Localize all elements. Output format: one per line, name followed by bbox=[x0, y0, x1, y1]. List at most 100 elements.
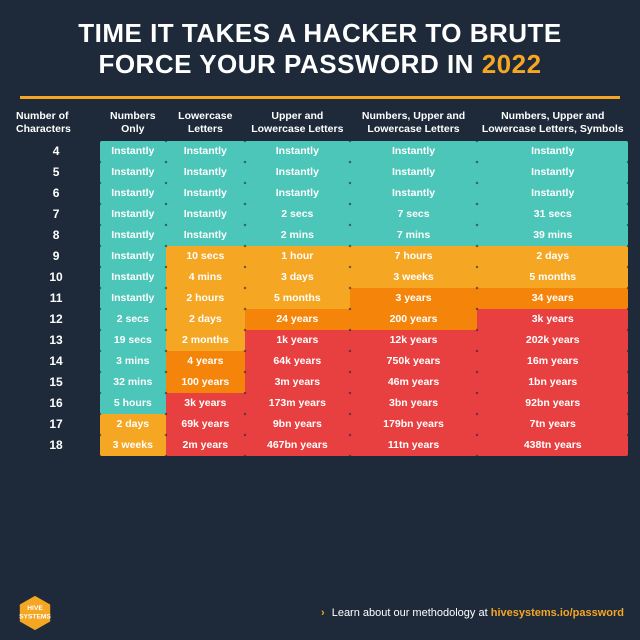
cell-chars: 4 bbox=[12, 141, 100, 162]
cell-value: 2 secs bbox=[245, 204, 350, 225]
cell-value: Instantly bbox=[350, 162, 478, 183]
cell-chars: 12 bbox=[12, 309, 100, 330]
cell-value: Instantly bbox=[100, 204, 165, 225]
col-header-num-upper-lower-sym: Numbers, Upper and Lowercase Letters, Sy… bbox=[477, 105, 628, 140]
cell-value: 2 secs bbox=[100, 309, 165, 330]
table-row: 1319 secs2 months1k years12k years202k y… bbox=[12, 330, 628, 351]
cell-value: 3k years bbox=[477, 309, 628, 330]
cell-value: 2m years bbox=[166, 435, 246, 456]
cell-value: 1 hour bbox=[245, 246, 350, 267]
cell-value: 2 hours bbox=[166, 288, 246, 309]
cell-chars: 8 bbox=[12, 225, 100, 246]
cell-value: 46m years bbox=[350, 372, 478, 393]
footer-learn-text: › Learn about our methodology at hivesys… bbox=[321, 607, 624, 619]
table-row: 172 days69k years9bn years179bn years7tn… bbox=[12, 414, 628, 435]
cell-value: 34 years bbox=[477, 288, 628, 309]
cell-chars: 5 bbox=[12, 162, 100, 183]
cell-value: 173m years bbox=[245, 393, 350, 414]
cell-value: 3 mins bbox=[100, 351, 165, 372]
table-header-row: Number of Characters Numbers Only Lowerc… bbox=[12, 105, 628, 140]
table-row: 11Instantly2 hours5 months3 years34 year… bbox=[12, 288, 628, 309]
cell-value: 11tn years bbox=[350, 435, 478, 456]
cell-value: 3k years bbox=[166, 393, 246, 414]
cell-value: 5 months bbox=[477, 267, 628, 288]
table-row: 7InstantlyInstantly2 secs7 secs31 secs bbox=[12, 204, 628, 225]
cell-chars: 15 bbox=[12, 372, 100, 393]
cell-value: 3 days bbox=[245, 267, 350, 288]
cell-value: Instantly bbox=[245, 183, 350, 204]
col-header-upper-lower: Upper and Lowercase Letters bbox=[245, 105, 350, 140]
cell-value: Instantly bbox=[245, 141, 350, 162]
cell-value: 3bn years bbox=[350, 393, 478, 414]
cell-value: Instantly bbox=[477, 162, 628, 183]
table-row: 8InstantlyInstantly2 mins7 mins39 mins bbox=[12, 225, 628, 246]
cell-value: 31 secs bbox=[477, 204, 628, 225]
footer-logo: HIVE SYSTEMS bbox=[16, 594, 54, 632]
cell-value: 1k years bbox=[245, 330, 350, 351]
cell-value: Instantly bbox=[350, 183, 478, 204]
cell-value: 2 days bbox=[477, 246, 628, 267]
table-row: 143 mins4 years64k years750k years16m ye… bbox=[12, 351, 628, 372]
cell-value: 467bn years bbox=[245, 435, 350, 456]
cell-value: 4 years bbox=[166, 351, 246, 372]
cell-value: Instantly bbox=[350, 141, 478, 162]
cell-value: Instantly bbox=[166, 162, 246, 183]
cell-value: 12k years bbox=[350, 330, 478, 351]
cell-chars: 7 bbox=[12, 204, 100, 225]
cell-value: Instantly bbox=[100, 267, 165, 288]
cell-value: 39 mins bbox=[477, 225, 628, 246]
cell-value: 7 mins bbox=[350, 225, 478, 246]
cell-value: 5 months bbox=[245, 288, 350, 309]
table-row: 4InstantlyInstantlyInstantlyInstantlyIns… bbox=[12, 141, 628, 162]
cell-value: 3 years bbox=[350, 288, 478, 309]
cell-value: 200 years bbox=[350, 309, 478, 330]
cell-value: 438tn years bbox=[477, 435, 628, 456]
cell-value: 100 years bbox=[166, 372, 246, 393]
cell-value: 5 hours bbox=[100, 393, 165, 414]
cell-value: 10 secs bbox=[166, 246, 246, 267]
cell-value: 69k years bbox=[166, 414, 246, 435]
cell-value: 750k years bbox=[350, 351, 478, 372]
cell-value: 2 days bbox=[166, 309, 246, 330]
cell-value: Instantly bbox=[477, 183, 628, 204]
cell-value: 179bn years bbox=[350, 414, 478, 435]
table-row: 122 secs2 days24 years200 years3k years bbox=[12, 309, 628, 330]
table-row: 1532 mins100 years3m years46m years1bn y… bbox=[12, 372, 628, 393]
main-title: TIME IT TAKES A HACKER TO BRUTE FORCE YO… bbox=[20, 18, 620, 80]
cell-value: Instantly bbox=[166, 225, 246, 246]
cell-value: 2 mins bbox=[245, 225, 350, 246]
cell-value: 3 weeks bbox=[350, 267, 478, 288]
data-table: Number of Characters Numbers Only Lowerc… bbox=[12, 105, 628, 455]
hive-logo-icon: HIVE SYSTEMS bbox=[16, 594, 54, 632]
cell-value: 202k years bbox=[477, 330, 628, 351]
cell-value: 2 months bbox=[166, 330, 246, 351]
svg-text:SYSTEMS: SYSTEMS bbox=[19, 614, 51, 621]
cell-chars: 11 bbox=[12, 288, 100, 309]
cell-chars: 16 bbox=[12, 393, 100, 414]
cell-value: 3 weeks bbox=[100, 435, 165, 456]
main-container: TIME IT TAKES A HACKER TO BRUTE FORCE YO… bbox=[0, 0, 640, 640]
cell-value: 92bn years bbox=[477, 393, 628, 414]
table-body: 4InstantlyInstantlyInstantlyInstantlyIns… bbox=[12, 141, 628, 456]
title-divider bbox=[20, 96, 620, 99]
cell-value: 7 hours bbox=[350, 246, 478, 267]
cell-value: Instantly bbox=[100, 162, 165, 183]
cell-value: Instantly bbox=[100, 288, 165, 309]
table-row: 9Instantly10 secs1 hour7 hours2 days bbox=[12, 246, 628, 267]
cell-chars: 9 bbox=[12, 246, 100, 267]
cell-value: Instantly bbox=[100, 141, 165, 162]
cell-value: 32 mins bbox=[100, 372, 165, 393]
cell-value: Instantly bbox=[100, 246, 165, 267]
table-row: 183 weeks2m years467bn years11tn years43… bbox=[12, 435, 628, 456]
svg-text:HIVE: HIVE bbox=[27, 605, 43, 612]
footer-url[interactable]: hivesystems.io/password bbox=[491, 607, 624, 619]
table-row: 10Instantly4 mins3 days3 weeks5 months bbox=[12, 267, 628, 288]
cell-value: Instantly bbox=[100, 225, 165, 246]
table-row: 5InstantlyInstantlyInstantlyInstantlyIns… bbox=[12, 162, 628, 183]
cell-chars: 18 bbox=[12, 435, 100, 456]
header: TIME IT TAKES A HACKER TO BRUTE FORCE YO… bbox=[0, 0, 640, 90]
cell-value: 64k years bbox=[245, 351, 350, 372]
cell-value: 7tn years bbox=[477, 414, 628, 435]
table-wrapper: Number of Characters Numbers Only Lowerc… bbox=[0, 105, 640, 586]
cell-value: 16m years bbox=[477, 351, 628, 372]
